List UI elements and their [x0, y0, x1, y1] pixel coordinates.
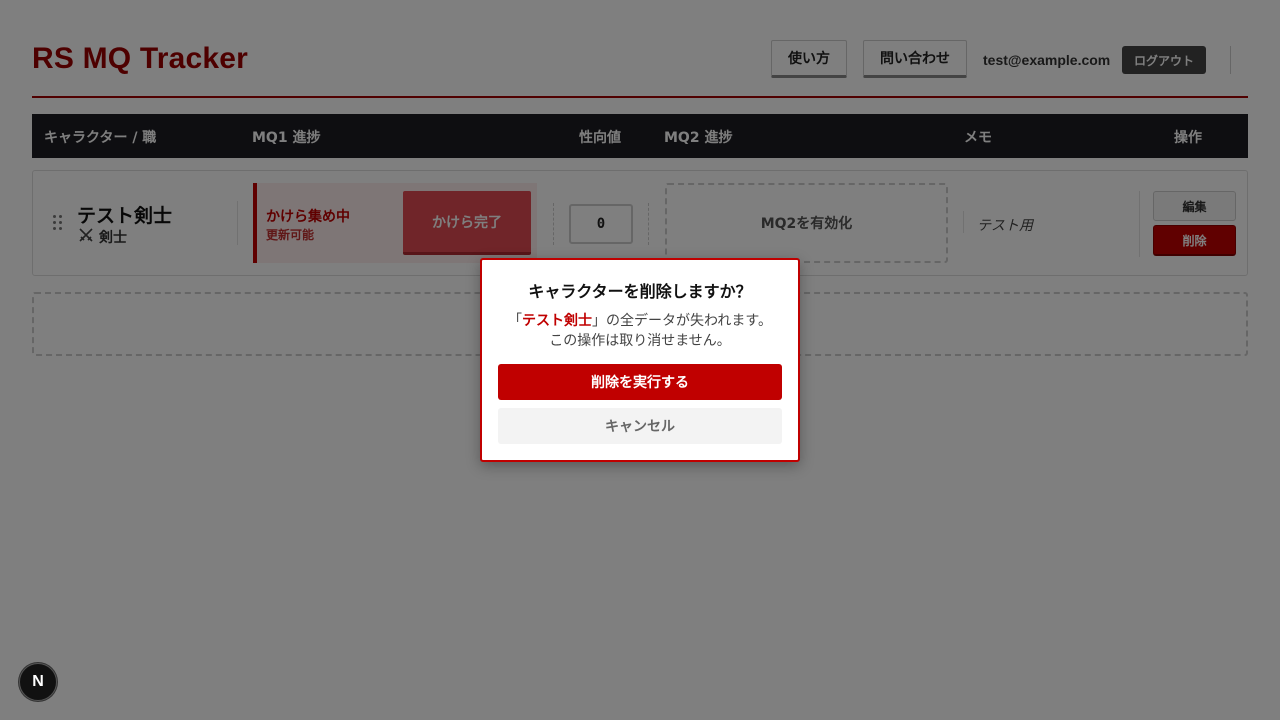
- dialog-message: 「テスト剣士」の全データが失われます。: [508, 313, 772, 329]
- confirm-delete-button[interactable]: 削除を実行する: [498, 364, 782, 400]
- cancel-button[interactable]: キャンセル: [498, 408, 782, 444]
- dialog-title: キャラクターを削除しますか？: [528, 282, 752, 301]
- nextjs-badge-icon[interactable]: N: [19, 663, 57, 701]
- dialog-warning: この操作は取り消せません。: [549, 333, 731, 349]
- dialog-character-name: テスト剣士: [522, 313, 593, 329]
- delete-confirm-dialog: キャラクターを削除しますか？ 「テスト剣士」の全データが失われます。 この操作は…: [480, 258, 800, 462]
